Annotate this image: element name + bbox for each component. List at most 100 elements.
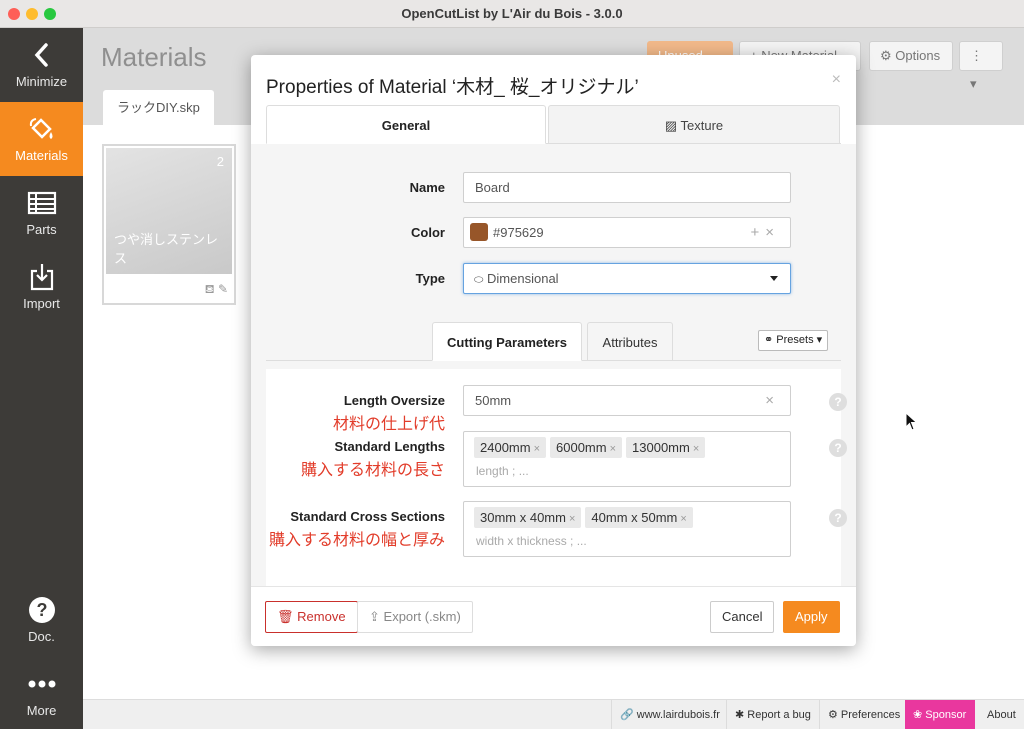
tab-general[interactable]: General	[266, 105, 546, 144]
more-menu-button[interactable]: ⋮ ▾	[959, 41, 1003, 91]
standard-cross-sections-placeholder: width x thickness ; ...	[476, 534, 587, 548]
standard-lengths-tags: 2400mm × 6000mm × 13000mm ×	[474, 437, 709, 458]
help-icon[interactable]: ?	[829, 393, 847, 411]
export-icon: ⇪	[369, 609, 380, 624]
material-card[interactable]: つや消しステンレス 2 ⛾ ✎	[102, 144, 236, 305]
standard-cross-sections-note: 購入する材料の幅と厚み	[268, 532, 445, 549]
preferences-label: Preferences	[840, 709, 901, 721]
presets-label: Presets	[776, 334, 814, 346]
svg-text:?: ?	[36, 600, 47, 620]
sponsor-label: Sponsor	[925, 709, 967, 721]
dimensional-icon: ⬭	[474, 274, 484, 286]
sidebar-item-doc[interactable]: ? Doc.	[0, 583, 83, 657]
tab-texture[interactable]: ▨ Texture	[548, 105, 840, 144]
cancel-button[interactable]: Cancel	[710, 601, 775, 633]
tag-label: 6000mm	[556, 440, 607, 455]
color-swatch[interactable]	[470, 223, 488, 242]
help-icon[interactable]: ?	[829, 509, 847, 527]
length-oversize-input[interactable]: 50mm ×	[463, 385, 791, 416]
sidebar: Minimize Materials Parts Import ? Doc. M…	[0, 28, 83, 729]
tag-label: 30mm x 40mm	[480, 510, 566, 525]
edit-icon[interactable]: ✎	[218, 282, 228, 296]
sidebar-item-label: Parts	[26, 222, 57, 237]
sponsor-link[interactable]: ❀ Sponsor	[905, 700, 975, 729]
remove-tag-icon[interactable]: ×	[610, 443, 616, 455]
length-tag[interactable]: 6000mm ×	[550, 437, 623, 458]
remove-tag-icon[interactable]: ×	[569, 513, 575, 525]
standard-cross-sections-input[interactable]: 30mm x 40mm × 40mm x 50mm × width x thickne…	[463, 501, 791, 557]
chevron-left-icon	[34, 43, 48, 67]
length-tag[interactable]: 13000mm ×	[626, 437, 706, 458]
standard-lengths-placeholder: length ; ...	[476, 464, 529, 478]
more-dots-icon	[28, 680, 55, 688]
texture-icon: ▨	[664, 118, 678, 133]
sidebar-item-import[interactable]: Import	[0, 250, 83, 324]
material-properties-dialog: Properties of Material ‘木材_ 桜_オリジナル’ × G…	[251, 55, 856, 646]
import-icon	[30, 264, 53, 291]
website-link[interactable]: 🔗 www.lairdubois.fr	[611, 700, 728, 729]
close-icon[interactable]: ×	[832, 71, 841, 89]
sidebar-item-minimize[interactable]: Minimize	[0, 28, 83, 102]
length-tag[interactable]: 2400mm ×	[474, 437, 547, 458]
preferences-link[interactable]: ⚙ Preferences	[819, 700, 908, 729]
cutting-subtabs: Cutting Parameters Attributes	[266, 322, 841, 361]
color-actions: +×	[750, 218, 780, 247]
report-label: Report a bug	[747, 709, 811, 721]
pick-icon[interactable]: +	[750, 224, 765, 241]
color-input[interactable]: #975629 +×	[463, 217, 791, 248]
window-title: OpenCutList by L'Air du Bois - 3.0.0	[401, 6, 623, 21]
report-bug-link[interactable]: ✱ Report a bug	[726, 700, 819, 729]
length-oversize-note: 材料の仕上げ代	[332, 416, 445, 433]
sidebar-item-label: Doc.	[28, 629, 55, 644]
material-card-actions: ⛾ ✎	[205, 282, 228, 298]
section-tag[interactable]: 40mm x 50mm ×	[585, 507, 693, 528]
presets-dropdown[interactable]: ⚭ Presets ▾	[758, 330, 829, 351]
type-label: Type	[415, 271, 445, 286]
tab-texture-label: Texture	[680, 118, 724, 133]
paint-bucket-icon[interactable]: ⛾	[205, 282, 215, 296]
remove-button[interactable]: 🗑 Remove	[265, 601, 358, 633]
dialog-footer: 🗑 Remove ⇪ Export (.skm) Cancel Apply	[251, 586, 856, 646]
clear-icon[interactable]: ×	[765, 224, 780, 241]
tag-label: 2400mm	[480, 440, 531, 455]
export-button[interactable]: ⇪ Export (.skm)	[357, 601, 473, 633]
length-oversize-label: Length Oversize	[343, 393, 445, 408]
section-tag[interactable]: 30mm x 40mm ×	[474, 507, 582, 528]
about-link[interactable]: About	[979, 700, 1024, 729]
export-label: Export (.skm)	[383, 609, 461, 624]
cutting-parameters-form: Length Oversize 材料の仕上げ代 50mm × ? Standar…	[266, 369, 847, 586]
trash-icon: 🗑	[277, 609, 294, 624]
options-button[interactable]: ⚙ Options	[869, 41, 953, 71]
standard-lengths-input[interactable]: 2400mm × 6000mm × 13000mm × length ; ...	[463, 431, 791, 487]
options-label: Options	[895, 48, 941, 63]
material-badge: 2	[216, 154, 224, 169]
remove-tag-icon[interactable]: ×	[534, 443, 540, 455]
remove-tag-icon[interactable]: ×	[693, 443, 699, 455]
statusbar: 🔗 www.lairdubois.fr ✱ Report a bug ⚙ Pre…	[83, 699, 1024, 729]
standard-lengths-note: 購入する材料の長さ	[300, 462, 445, 479]
apply-button[interactable]: Apply	[783, 601, 840, 633]
standard-lengths-label: Standard Lengths	[334, 439, 445, 454]
sidebar-item-parts[interactable]: Parts	[0, 176, 83, 250]
sidebar-item-materials[interactable]: Materials	[0, 102, 83, 176]
website-label: www.lairdubois.fr	[636, 709, 720, 721]
sidebar-item-label: Materials	[15, 148, 68, 163]
name-input[interactable]: Board	[463, 172, 791, 203]
sidebar-item-more[interactable]: More	[0, 657, 83, 729]
color-label: Color	[411, 225, 445, 240]
tab-attributes[interactable]: Attributes	[587, 322, 673, 361]
help-icon[interactable]: ?	[829, 439, 847, 457]
type-select[interactable]: ⬭ Dimensional	[463, 263, 791, 294]
remove-tag-icon[interactable]: ×	[680, 513, 686, 525]
dialog-tabs: General ▨ Texture	[266, 105, 841, 144]
file-tab[interactable]: ラックDIY.skp	[103, 90, 214, 125]
dialog-title: Properties of Material ‘木材_ 桜_オリジナル’	[266, 77, 639, 98]
question-icon: ?	[28, 597, 55, 623]
length-oversize-value: 50mm	[475, 393, 512, 408]
tag-label: 40mm x 50mm	[591, 510, 678, 525]
tab-cutting-parameters[interactable]: Cutting Parameters	[432, 322, 582, 361]
tag-label: 13000mm	[632, 440, 690, 455]
name-label: Name	[409, 180, 445, 195]
clear-icon[interactable]: ×	[765, 386, 780, 415]
mouse-cursor-icon	[905, 412, 918, 431]
